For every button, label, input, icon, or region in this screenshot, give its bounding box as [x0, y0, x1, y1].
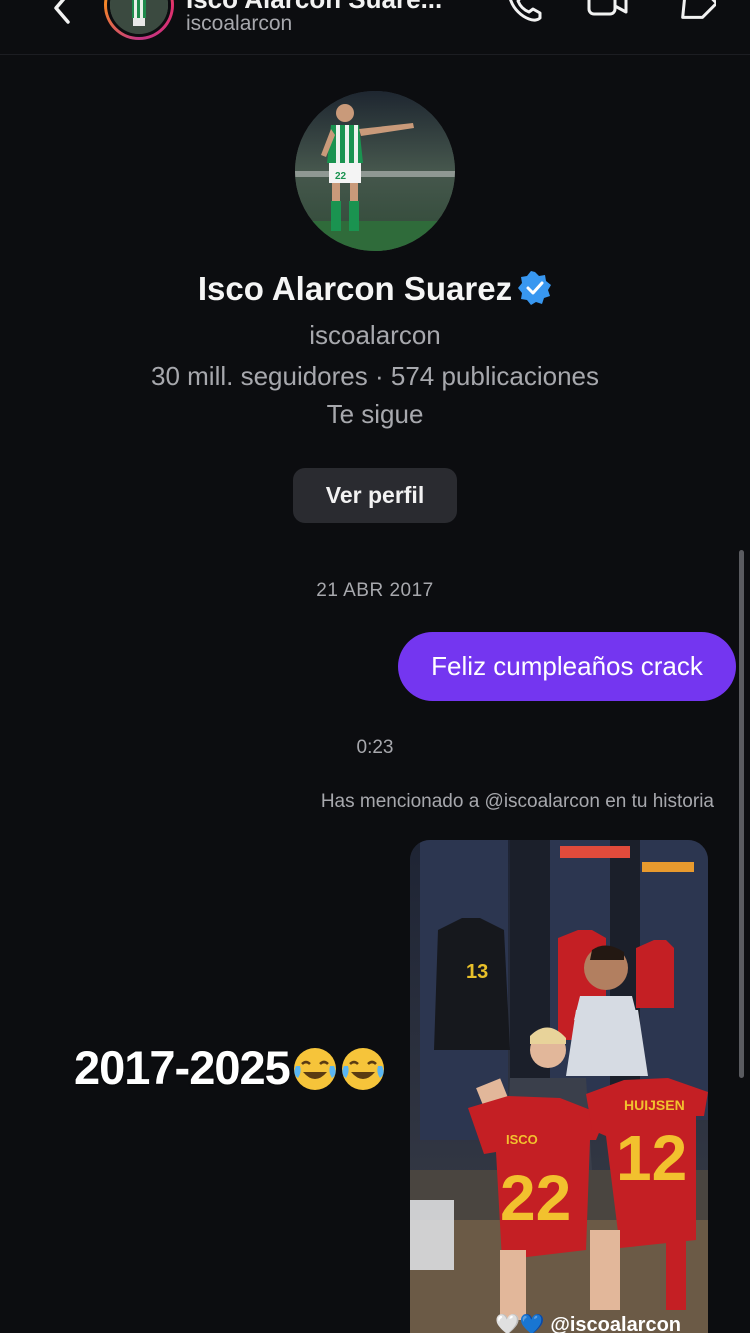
story-caption-text: 2017-2025	[74, 1041, 291, 1094]
outgoing-message-bubble[interactable]: Feliz cumpleaños crack	[398, 632, 736, 701]
profile-username: iscoalarcon	[309, 320, 441, 350]
profile-stats: 30 mill. seguidores · 574 publicaciones	[150, 361, 600, 391]
jersey-left-name: ISCO	[506, 1132, 538, 1147]
svg-text:22: 22	[335, 171, 347, 182]
date-separator: 21 ABR 2017	[316, 580, 434, 601]
message-timestamp: 0:23	[356, 737, 394, 758]
header-username[interactable]: iscoalarcon	[186, 12, 292, 36]
story-mention-card[interactable]: 13 ISCO 22 HUIJSEN 12	[410, 840, 708, 1333]
face-with-tears-of-joy-icon	[340, 1046, 386, 1092]
face-with-tears-of-joy-icon	[292, 1046, 338, 1092]
jersey-right-number: 12	[616, 1122, 687, 1194]
follows-you-label: Te sigue	[326, 399, 424, 429]
back-chevron-icon[interactable]	[40, 0, 84, 30]
scrollbar[interactable]	[739, 550, 744, 1078]
profile-name-text: Isco Alarcon Suarez	[197, 270, 513, 307]
locker-jersey-number: 13	[466, 961, 488, 983]
story-mention-note: Has mencionado a @iscoalarcon en tu hist…	[320, 791, 714, 812]
story-footer-mention: 🤍💙 @iscoalarcon	[495, 1314, 682, 1333]
video-camera-icon[interactable]	[586, 0, 630, 28]
jersey-right-name: HUIJSEN	[624, 1097, 685, 1113]
tag-icon[interactable]	[672, 0, 719, 28]
header-avatar[interactable]	[104, 0, 174, 40]
dm-conversation-screen: Isco Alarcon Suare... iscoalarcon	[0, 0, 750, 1333]
jersey-left-number: 22	[500, 1162, 571, 1234]
profile-name: Isco Alarcon Suarez	[0, 270, 750, 308]
phone-icon[interactable]	[502, 0, 546, 28]
verified-badge-icon	[518, 271, 552, 306]
view-profile-button[interactable]: Ver perfil	[293, 468, 457, 523]
profile-photo[interactable]: 22	[295, 91, 455, 251]
story-caption: 2017-2025	[74, 1040, 386, 1095]
conversation-header: Isco Alarcon Suare... iscoalarcon	[0, 0, 750, 55]
